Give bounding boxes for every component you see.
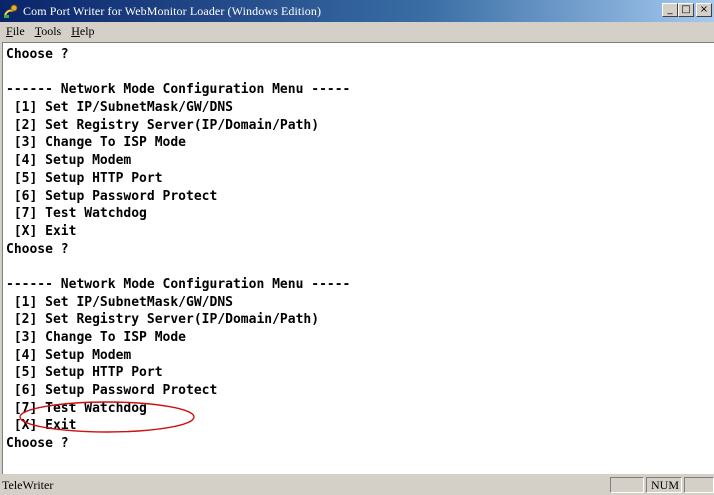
status-panel-1 <box>610 477 644 493</box>
status-bar: TeleWriter NUM <box>0 475 714 495</box>
terminal-line: [3] Change To ISP Mode <box>6 330 187 345</box>
terminal-line: [5] Setup HTTP Port <box>6 170 163 186</box>
menu-help-rest: elp <box>79 24 95 38</box>
app-icon[interactable] <box>3 3 19 19</box>
terminal-line: [3] Change To ISP Mode <box>6 135 187 151</box>
terminal-output[interactable]: Choose ? ------ Network Mode Configuratio… <box>2 42 714 474</box>
terminal-lines: Choose ? ------ Network Mode Configuratio… <box>6 46 350 453</box>
terminal-line: [7] Test Watchdog <box>6 206 147 222</box>
status-panel-3 <box>684 477 714 493</box>
menu-file[interactable]: File <box>0 24 30 39</box>
terminal-line: Choose ? <box>6 47 69 62</box>
window-controls: _ □ × <box>662 3 712 17</box>
terminal-line: [1] Set IP/SubnetMask/GW/DNS <box>6 100 233 116</box>
menu-file-rest: ile <box>12 24 25 38</box>
terminal-line: [2] Set Registry Server(IP/Domain/Path) <box>6 117 320 133</box>
terminal-line: [2] Set Registry Server(IP/Domain/Path) <box>6 312 320 328</box>
menu-tools-rest: ools <box>41 24 62 38</box>
terminal-line: [6] Setup Password Protect <box>6 188 218 204</box>
terminal-line: ------ Network Mode Configuration Menu -… <box>6 276 351 292</box>
terminal-line: [X] Exit <box>6 223 77 239</box>
menu-bar: File Tools Help <box>0 22 714 41</box>
terminal-line: [1] Set IP/SubnetMask/GW/DNS <box>6 294 233 310</box>
menu-help[interactable]: Help <box>66 24 99 39</box>
terminal-line: Choose ? <box>6 436 69 452</box>
title-bar[interactable]: Com Port Writer for WebMonitor Loader (W… <box>0 0 714 22</box>
terminal-line: [6] Setup Password Protect <box>6 383 218 399</box>
terminal-line: [4] Setup Modem <box>6 153 132 169</box>
terminal-line: [4] Setup Modem <box>6 347 132 363</box>
status-panel-num: NUM <box>646 477 682 493</box>
terminal-line: ------ Network Mode Configuration Menu -… <box>6 82 351 98</box>
terminal-line: [X] Exit <box>6 418 77 434</box>
minimize-button[interactable]: _ <box>662 3 678 17</box>
close-button[interactable]: × <box>696 3 712 17</box>
terminal-line: [5] Setup HTTP Port <box>6 365 163 381</box>
menu-tools[interactable]: Tools <box>30 24 67 39</box>
window-title: Com Port Writer for WebMonitor Loader (W… <box>23 3 322 18</box>
maximize-button[interactable]: □ <box>678 3 694 17</box>
terminal-line: [7] Test Watchdog <box>6 400 147 416</box>
terminal-line: Choose ? <box>6 241 69 257</box>
status-text: TeleWriter <box>2 478 54 492</box>
